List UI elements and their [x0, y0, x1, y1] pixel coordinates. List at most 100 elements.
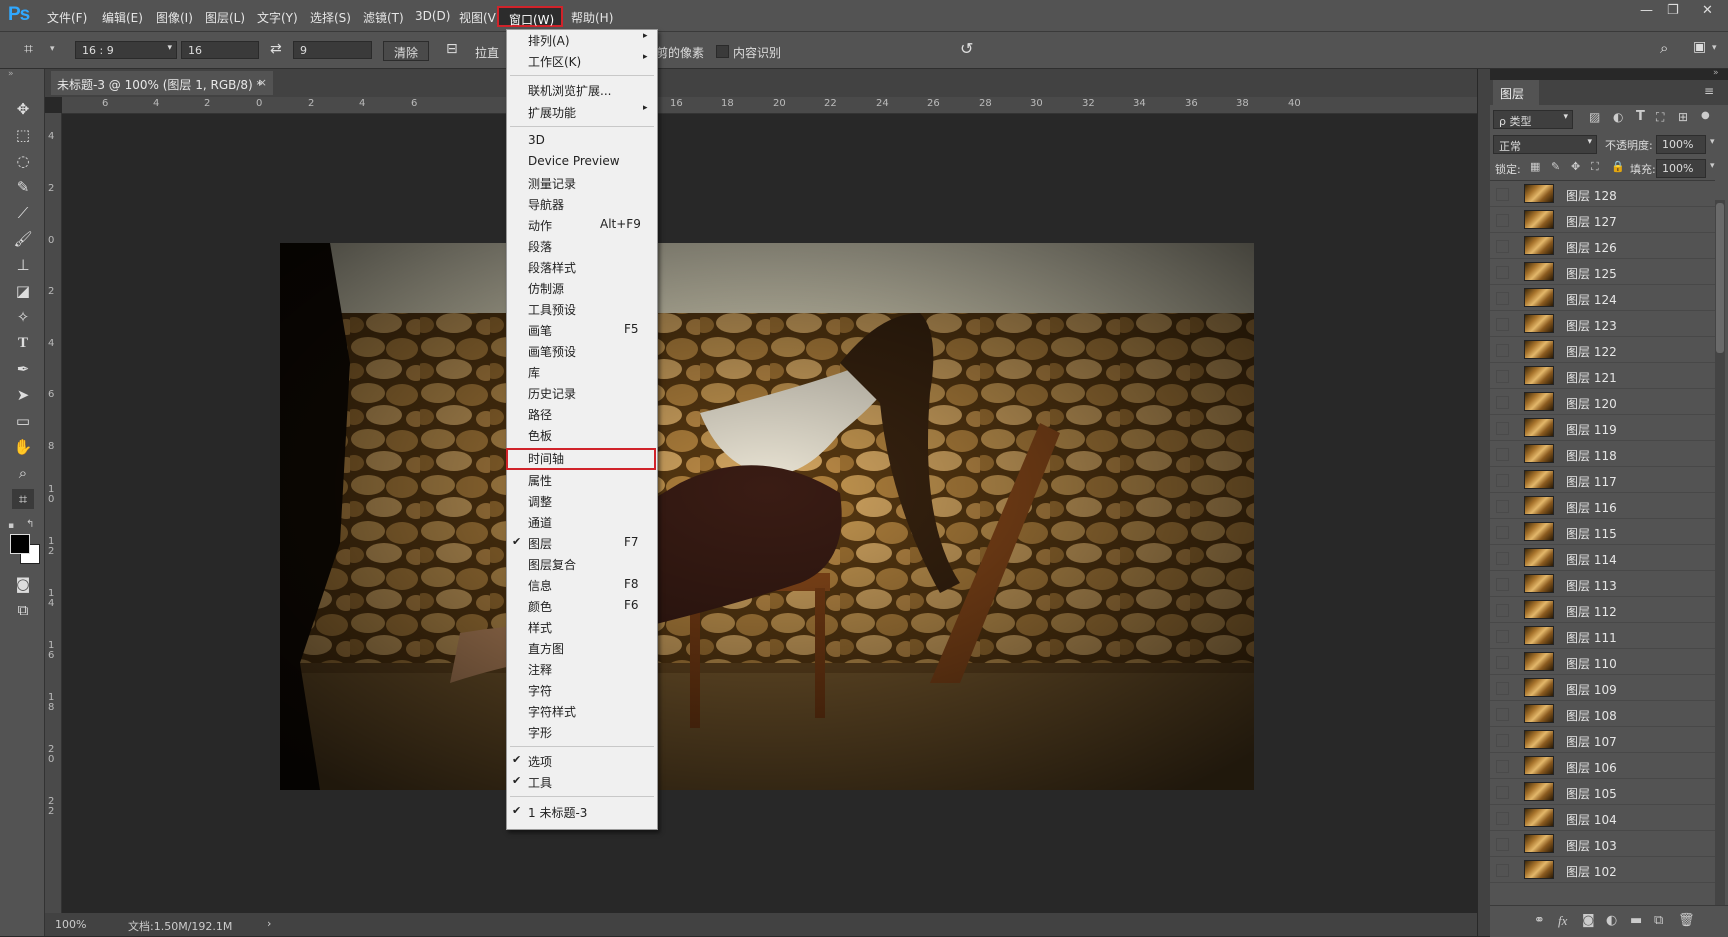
visibility-toggle-icon[interactable] — [1496, 656, 1509, 669]
layer-row[interactable]: 图层 108 — [1490, 701, 1715, 727]
visibility-toggle-icon[interactable] — [1496, 552, 1509, 565]
menu-item-workspace[interactable]: 工作区(K) ▸ — [507, 51, 657, 71]
dodge-tool-icon[interactable]: ✧ — [12, 307, 34, 327]
type-filter-icon[interactable]: T — [1636, 109, 1645, 124]
layer-row[interactable]: 图层 114 — [1490, 545, 1715, 571]
visibility-toggle-icon[interactable] — [1496, 526, 1509, 539]
eyedropper-icon[interactable]: ⟋ — [12, 203, 34, 223]
menu-type[interactable]: 文字(Y) — [257, 9, 298, 26]
straighten-label[interactable]: 拉直 — [475, 44, 499, 61]
smart-object-filter-icon[interactable]: ⊞ — [1678, 110, 1688, 124]
layer-row[interactable]: 图层 110 — [1490, 649, 1715, 675]
visibility-toggle-icon[interactable] — [1496, 500, 1509, 513]
layer-row[interactable]: 图层 111 — [1490, 623, 1715, 649]
pen-tool-icon[interactable]: ✒ — [12, 359, 34, 379]
straighten-icon[interactable]: ⊟ — [446, 41, 458, 57]
menu-item-tools[interactable]: ✔ 工具 — [507, 772, 657, 792]
visibility-toggle-icon[interactable] — [1496, 396, 1509, 409]
lock-all-icon[interactable]: 🔒 — [1611, 160, 1625, 173]
visibility-toggle-icon[interactable] — [1496, 578, 1509, 591]
layer-row[interactable]: 图层 121 — [1490, 363, 1715, 389]
visibility-toggle-icon[interactable] — [1496, 864, 1509, 877]
layer-row[interactable]: 图层 127 — [1490, 207, 1715, 233]
menu-item-adjustments[interactable]: 调整 — [507, 491, 657, 511]
hand-tool-icon[interactable]: ✋ — [12, 437, 34, 457]
brush-tool-icon[interactable]: 🖌 — [12, 229, 34, 249]
close-tab-icon[interactable]: × — [258, 76, 267, 89]
clear-button[interactable]: 清除 — [383, 41, 430, 61]
menu-item-brush[interactable]: 画笔 F5 — [507, 320, 657, 340]
menu-item-histogram[interactable]: 直方图 — [507, 638, 657, 658]
layer-row[interactable]: 图层 104 — [1490, 805, 1715, 831]
zoom-level[interactable]: 100% — [55, 918, 86, 931]
collapse-icon[interactable]: » — [8, 69, 14, 79]
layer-row[interactable]: 图层 116 — [1490, 493, 1715, 519]
swap-icon[interactable]: ⇄ — [270, 41, 282, 57]
type-tool-icon[interactable]: T — [12, 333, 34, 353]
menu-item-character-styles[interactable]: 字符样式 — [507, 701, 657, 721]
layer-row[interactable]: 图层 115 — [1490, 519, 1715, 545]
layer-filter-select[interactable]: ρ 类型 ▾ — [1493, 110, 1573, 129]
menu-item-libraries[interactable]: 库 — [507, 362, 657, 382]
menu-item-arrange[interactable]: 排列(A) ▸ — [507, 30, 657, 50]
visibility-toggle-icon[interactable] — [1496, 318, 1509, 331]
marquee-tool-icon[interactable]: ⬚ — [12, 125, 34, 145]
menu-item-character[interactable]: 字符 — [507, 680, 657, 700]
menu-item-glyphs[interactable]: 字形 — [507, 722, 657, 742]
layer-row[interactable]: 图层 106 — [1490, 753, 1715, 779]
layer-row[interactable]: 图层 103 — [1490, 831, 1715, 857]
visibility-toggle-icon[interactable] — [1496, 214, 1509, 227]
menu-edit[interactable]: 编辑(E) — [102, 9, 143, 26]
menu-item-device-preview[interactable]: Device Preview — [507, 152, 657, 172]
layer-row[interactable]: 图层 102 — [1490, 857, 1715, 883]
new-group-icon[interactable]: ▬ — [1630, 913, 1642, 928]
menu-file[interactable]: 文件(F) — [47, 9, 87, 26]
zoom-tool-icon[interactable]: ⌕ — [12, 463, 34, 483]
menu-item-swatches[interactable]: 色板 — [507, 425, 657, 445]
menu-item-document[interactable]: ✔ 1 未标题-3 — [507, 802, 657, 822]
collapse-panel-icon[interactable]: » — [1713, 68, 1719, 78]
image-filter-icon[interactable]: ▨ — [1589, 110, 1600, 124]
layer-row[interactable]: 图层 125 — [1490, 259, 1715, 285]
tab-layers[interactable]: 图层 — [1493, 80, 1539, 105]
lock-pixels-icon[interactable]: ▦ — [1530, 160, 1540, 173]
eraser-tool-icon[interactable]: ◪ — [12, 281, 34, 301]
menu-window[interactable]: 窗口(W) — [497, 6, 563, 27]
layer-row[interactable]: 图层 107 — [1490, 727, 1715, 753]
filter-toggle-icon[interactable]: ● — [1701, 110, 1710, 121]
layer-style-icon[interactable]: fx — [1558, 913, 1567, 929]
visibility-toggle-icon[interactable] — [1496, 838, 1509, 851]
visibility-toggle-icon[interactable] — [1496, 812, 1509, 825]
visibility-toggle-icon[interactable] — [1496, 344, 1509, 357]
new-layer-icon[interactable]: ⧉ — [1654, 913, 1663, 928]
layer-row[interactable]: 图层 118 — [1490, 441, 1715, 467]
foreground-color-swatch[interactable] — [10, 534, 30, 554]
visibility-toggle-icon[interactable] — [1496, 604, 1509, 617]
menu-item-navigator[interactable]: 导航器 — [507, 194, 657, 214]
height-input[interactable]: 9 — [293, 41, 372, 59]
stamp-tool-icon[interactable]: ⊥ — [12, 255, 34, 275]
add-mask-icon[interactable]: ◙ — [1582, 913, 1595, 928]
quick-select-icon[interactable]: ✎ — [12, 177, 34, 197]
visibility-toggle-icon[interactable] — [1496, 786, 1509, 799]
menu-item-notes[interactable]: 注释 — [507, 659, 657, 679]
visibility-toggle-icon[interactable] — [1496, 370, 1509, 383]
menu-3d[interactable]: 3D(D) — [415, 9, 450, 23]
menu-item-browse-extensions[interactable]: 联机浏览扩展... — [507, 80, 657, 100]
menu-item-channels[interactable]: 通道 — [507, 512, 657, 532]
lock-artboard-icon[interactable]: ⛶ — [1591, 160, 1599, 174]
swap-colors-icon[interactable]: ↰ — [26, 519, 34, 530]
menu-item-measurement-log[interactable]: 测量记录 — [507, 173, 657, 193]
shape-filter-icon[interactable]: ⛶ — [1656, 110, 1664, 125]
lasso-tool-icon[interactable]: ◌ — [12, 151, 34, 171]
blend-mode-select[interactable]: 正常 ▾ — [1493, 135, 1597, 154]
menu-item-options[interactable]: ✔ 选项 — [507, 751, 657, 771]
menu-item-tool-presets[interactable]: 工具预设 — [507, 299, 657, 319]
search-icon[interactable]: ⌕ — [1660, 39, 1668, 57]
visibility-toggle-icon[interactable] — [1496, 188, 1509, 201]
rectangle-tool-icon[interactable]: ▭ — [12, 411, 34, 431]
visibility-toggle-icon[interactable] — [1496, 292, 1509, 305]
panel-menu-icon[interactable]: ≡ — [1704, 84, 1714, 98]
layer-row[interactable]: 图层 117 — [1490, 467, 1715, 493]
menu-layer[interactable]: 图层(L) — [205, 9, 245, 26]
